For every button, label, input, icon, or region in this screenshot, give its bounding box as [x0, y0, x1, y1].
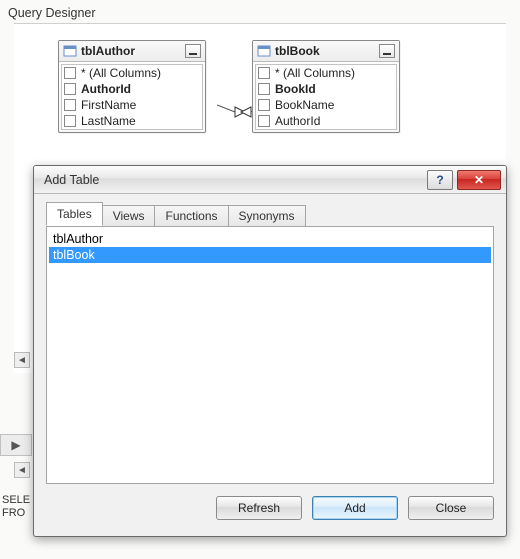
grid-row-indicator[interactable]: ▶ [0, 434, 32, 456]
refresh-button[interactable]: Refresh [216, 496, 302, 520]
table-box-tblbook[interactable]: tblBook * (All Columns) BookId BookName … [252, 40, 400, 133]
column-label: AuthorId [81, 82, 131, 96]
window-close-button[interactable]: ✕ [457, 170, 501, 190]
column-label: * (All Columns) [275, 66, 355, 80]
dialog-titlebar[interactable]: Add Table ? ✕ [34, 166, 506, 194]
help-button[interactable]: ? [427, 170, 453, 190]
table-icon [63, 45, 77, 57]
column-checkbox[interactable] [258, 83, 270, 95]
table-icon [257, 45, 271, 57]
column-checkbox[interactable] [64, 115, 76, 127]
tab-synonyms[interactable]: Synonyms [228, 205, 306, 227]
table-header[interactable]: tblAuthor [59, 41, 205, 62]
tab-tables[interactable]: Tables [46, 202, 103, 226]
tab-views[interactable]: Views [102, 205, 156, 227]
list-item[interactable]: tblAuthor [49, 231, 491, 247]
column-label: * (All Columns) [81, 66, 161, 80]
column-checkbox[interactable] [258, 115, 270, 127]
close-button[interactable]: Close [408, 496, 494, 520]
column-item[interactable]: FirstName [62, 97, 202, 113]
minimize-button[interactable] [379, 44, 395, 58]
column-item[interactable]: AuthorId [256, 113, 396, 129]
dialog-body: Tables Views Functions Synonyms tblAutho… [34, 194, 506, 484]
column-checkbox[interactable] [64, 67, 76, 79]
column-item[interactable]: BookName [256, 97, 396, 113]
table-box-tblauthor[interactable]: tblAuthor * (All Columns) AuthorId First… [58, 40, 206, 133]
dialog-button-row: Refresh Add Close [34, 484, 506, 532]
table-header[interactable]: tblBook [253, 41, 399, 62]
column-checkbox[interactable] [64, 99, 76, 111]
column-item[interactable]: LastName [62, 113, 202, 129]
column-list[interactable]: * (All Columns) BookId BookName AuthorId [255, 64, 397, 130]
column-checkbox[interactable] [258, 67, 270, 79]
column-item[interactable]: * (All Columns) [256, 65, 396, 81]
add-button[interactable]: Add [312, 496, 398, 520]
tab-functions[interactable]: Functions [154, 205, 228, 227]
scroll-left-icon[interactable]: ◄ [14, 462, 30, 478]
column-label: BookId [275, 82, 316, 96]
scroll-left-icon[interactable]: ◄ [14, 352, 30, 368]
column-label: AuthorId [275, 114, 320, 128]
minimize-button[interactable] [185, 44, 201, 58]
tables-list[interactable]: tblAuthor tblBook [46, 226, 494, 484]
column-list[interactable]: * (All Columns) AuthorId FirstName LastN… [61, 64, 203, 130]
table-name: tblBook [275, 44, 379, 58]
list-item[interactable]: tblBook [49, 247, 491, 263]
column-label: FirstName [81, 98, 136, 112]
dialog-title: Add Table [44, 173, 427, 187]
column-item[interactable]: BookId [256, 81, 396, 97]
table-name: tblAuthor [81, 44, 185, 58]
add-table-dialog: Add Table ? ✕ Tables Views Functions Syn… [33, 165, 507, 537]
column-item[interactable]: AuthorId [62, 81, 202, 97]
sql-preview: SELE FRO [2, 494, 30, 520]
tab-strip: Tables Views Functions Synonyms [46, 204, 494, 226]
column-checkbox[interactable] [258, 99, 270, 111]
column-label: BookName [275, 98, 334, 112]
column-label: LastName [81, 114, 136, 128]
designer-title: Query Designer [0, 0, 520, 23]
column-item[interactable]: * (All Columns) [62, 65, 202, 81]
column-checkbox[interactable] [64, 83, 76, 95]
